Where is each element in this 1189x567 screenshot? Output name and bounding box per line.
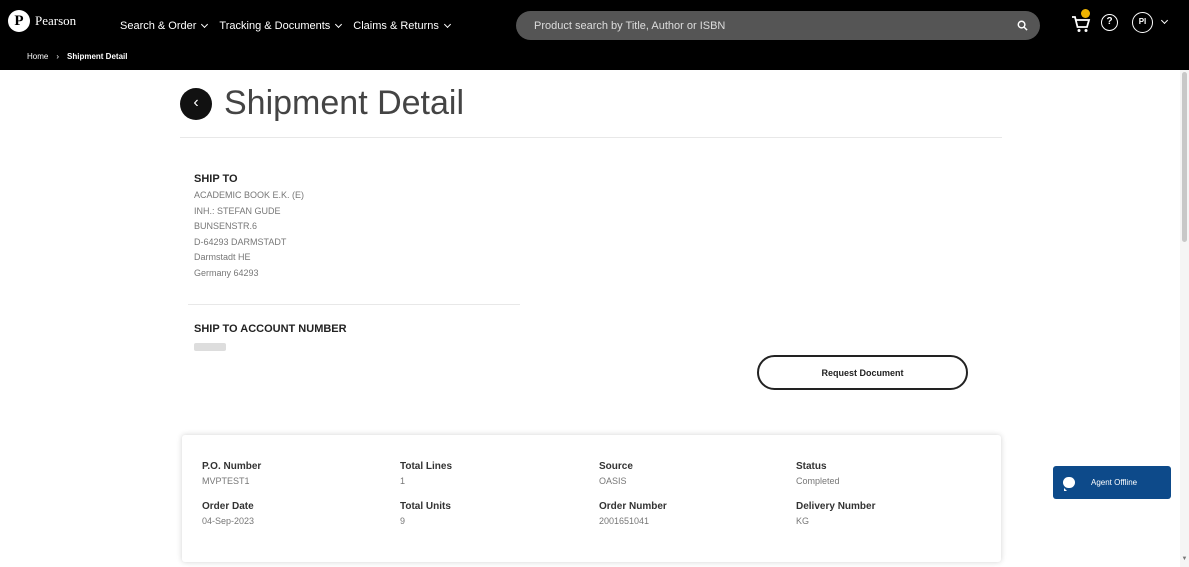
pearson-logo-text: Pearson [35,13,77,28]
request-document-button[interactable]: Request Document [757,355,968,390]
top-navigation-bar: P Pearson Search & Order Tracking & Docu… [0,0,1189,70]
order-date-value: 04-Sep-2023 [202,516,255,526]
total-units-label: Total Units [400,501,451,512]
breadcrumb-home[interactable]: Home [27,52,48,61]
product-search [516,11,1040,40]
agent-chat-label: Agent Offline [1091,478,1138,487]
total-units-value: 9 [400,516,406,526]
status-label: Status [796,461,827,472]
nav-claims-returns-label: Claims & Returns [353,20,439,32]
page-title: Shipment Detail [224,84,465,122]
ship-to-line: BUNSENSTR.6 [194,221,258,231]
order-date-field: Order Date 04-Sep-2023 [202,501,254,526]
ship-to-line: Darmstadt HE [194,252,251,262]
delivery-number-value: KG [796,516,810,526]
total-lines-label: Total Lines [400,461,453,472]
scrollbar-thumb[interactable] [1182,72,1187,242]
total-lines-field: Total Lines 1 [400,461,452,486]
scroll-down-arrow-icon[interactable]: ▼ [1181,556,1188,562]
ship-to-account-section: SHIP TO ACCOUNT NUMBER [194,323,347,356]
ship-to-section: SHIP TO ACADEMIC BOOK E.K. (E) INH.: STE… [194,173,304,281]
cart-badge [1081,9,1090,18]
status-value: Completed [796,476,840,486]
pearson-logo-mark: P [8,10,30,32]
breadcrumb-separator: › [56,52,60,61]
chevron-down-icon [201,20,209,29]
chat-icon [1063,477,1075,491]
nav-search-order-label: Search & Order [120,20,197,32]
pearson-logo[interactable]: P Pearson [8,10,76,32]
shipment-summary-card: P.O. Number MVPTEST1 Total Lines 1 Sourc… [182,435,1001,562]
total-lines-value: 1 [400,476,406,486]
avatar[interactable]: PI [1132,12,1153,33]
ship-to-line: ACADEMIC BOOK E.K. (E) [194,190,305,200]
section-divider [188,304,520,305]
order-date-label: Order Date [202,501,254,512]
order-number-value: 2001651041 [599,516,650,526]
ship-to-account-label: SHIP TO ACCOUNT NUMBER [194,323,347,335]
search-input[interactable] [534,11,1004,40]
nav-tracking-documents-label: Tracking & Documents [219,20,331,32]
main-nav: Search & Order Tracking & Documents Clai… [120,20,451,32]
nav-tracking-documents[interactable]: Tracking & Documents [219,20,343,32]
breadcrumb-current: Shipment Detail [67,52,128,61]
ship-to-line: D-64293 DARMSTADT [194,236,287,247]
chevron-down-icon [443,20,451,29]
po-number-field: P.O. Number MVPTEST1 [202,461,261,486]
source-value: OASIS [599,476,627,486]
nav-search-order[interactable]: Search & Order [120,20,209,32]
total-units-field: Total Units 9 [400,501,451,526]
ship-to-line: INH.: STEFAN GUDE [194,205,281,216]
nav-claims-returns[interactable]: Claims & Returns [353,20,451,32]
chevron-down-icon [335,20,343,29]
header-divider [180,137,1002,138]
source-field: Source OASIS [599,461,633,486]
breadcrumb: Home › Shipment Detail [27,52,127,61]
back-button[interactable]: ‹ [180,87,212,120]
order-number-field: Order Number 2001651041 [599,501,667,526]
chevron-down-icon[interactable] [1160,16,1169,25]
page-header: ‹ Shipment Detail [180,84,464,123]
source-label: Source [599,461,633,472]
search-icon[interactable] [1017,20,1028,31]
delivery-number-field: Delivery Number KG [796,501,875,526]
delivery-number-label: Delivery Number [796,501,876,512]
ship-to-label: SHIP TO [194,173,238,185]
order-number-label: Order Number [599,501,667,512]
status-field: Status Completed [796,461,840,486]
account-number-redacted [194,343,226,351]
po-number-value: MVPTEST1 [202,476,250,486]
po-number-label: P.O. Number [202,461,262,472]
agent-chat-button[interactable]: Agent Offline [1053,466,1171,499]
help-icon[interactable]: ? [1101,14,1118,31]
ship-to-line: Germany 64293 [194,267,259,278]
